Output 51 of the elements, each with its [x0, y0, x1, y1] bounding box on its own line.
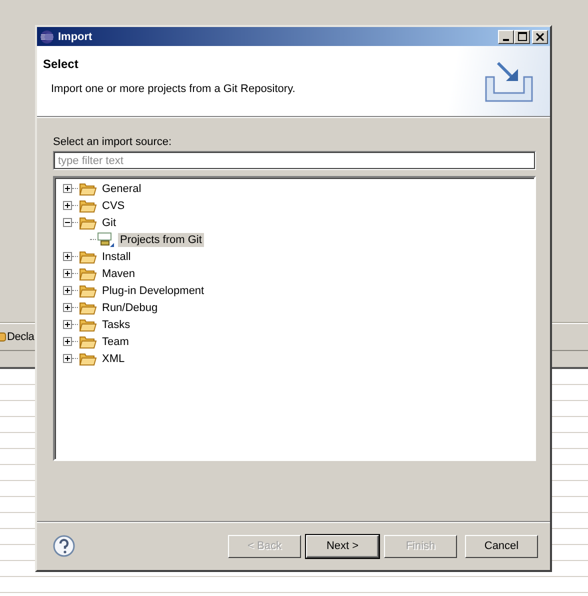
minimize-icon [503, 38, 509, 40]
tab-label: Decla [7, 331, 34, 343]
tree-item[interactable]: General [100, 182, 144, 196]
filter-field[interactable]: type filter text [53, 151, 536, 170]
tree-item[interactable]: Install [100, 250, 133, 264]
page-description: Import one or more projects from a Git Repository. [50, 83, 296, 95]
import-source-label: Select an import source: [53, 136, 173, 148]
close-button[interactable] [532, 30, 548, 44]
expand-toggle-icon[interactable] [63, 201, 72, 210]
folder-icon [79, 216, 97, 230]
editor-tab[interactable]: Decla [0, 331, 34, 343]
maximize-icon [518, 32, 526, 41]
maximize-button[interactable] [514, 30, 530, 44]
tree-item[interactable]: Git [100, 216, 118, 230]
dialog-button[interactable]: Next > [306, 534, 379, 558]
expand-toggle-icon[interactable] [63, 354, 72, 363]
expand-toggle-icon[interactable] [63, 320, 72, 329]
page-title: Select [43, 57, 80, 71]
expand-toggle-icon[interactable] [63, 184, 72, 193]
eclipse-icon [40, 30, 54, 44]
tree-item[interactable]: CVS [100, 198, 127, 212]
git-wizard-icon [97, 232, 115, 248]
folder-icon [79, 198, 97, 212]
folder-icon [79, 300, 97, 314]
folder-icon [79, 352, 97, 366]
tree-item[interactable]: Team [100, 334, 131, 348]
tree-item[interactable]: Maven [100, 266, 138, 280]
expand-toggle-icon[interactable] [63, 252, 72, 261]
folder-icon [79, 318, 97, 332]
tree-item[interactable]: Projects from Git [118, 232, 204, 246]
folder-icon [79, 266, 97, 280]
tree-item[interactable]: Tasks [100, 318, 132, 332]
expand-toggle-icon[interactable] [63, 269, 72, 278]
tree-item[interactable]: Run/Debug [100, 300, 160, 314]
folder-icon [79, 284, 97, 298]
declaration-icon [0, 331, 6, 343]
minimize-button[interactable] [498, 30, 514, 44]
tree-item[interactable]: Plug-in Development [100, 284, 206, 298]
close-icon [536, 32, 544, 40]
window-title: Import [58, 30, 94, 42]
expand-toggle-icon[interactable] [63, 218, 72, 227]
help-icon[interactable] [53, 535, 75, 557]
folder-icon [79, 182, 97, 196]
tree-item[interactable]: XML [100, 352, 127, 366]
expand-toggle-icon[interactable] [63, 337, 72, 346]
folder-icon [79, 250, 97, 264]
expand-toggle-icon[interactable] [63, 286, 72, 295]
folder-icon [79, 334, 97, 348]
dialog-button[interactable]: Cancel [465, 534, 538, 558]
import-tray-icon [484, 59, 536, 103]
expand-toggle-icon[interactable] [63, 303, 72, 312]
